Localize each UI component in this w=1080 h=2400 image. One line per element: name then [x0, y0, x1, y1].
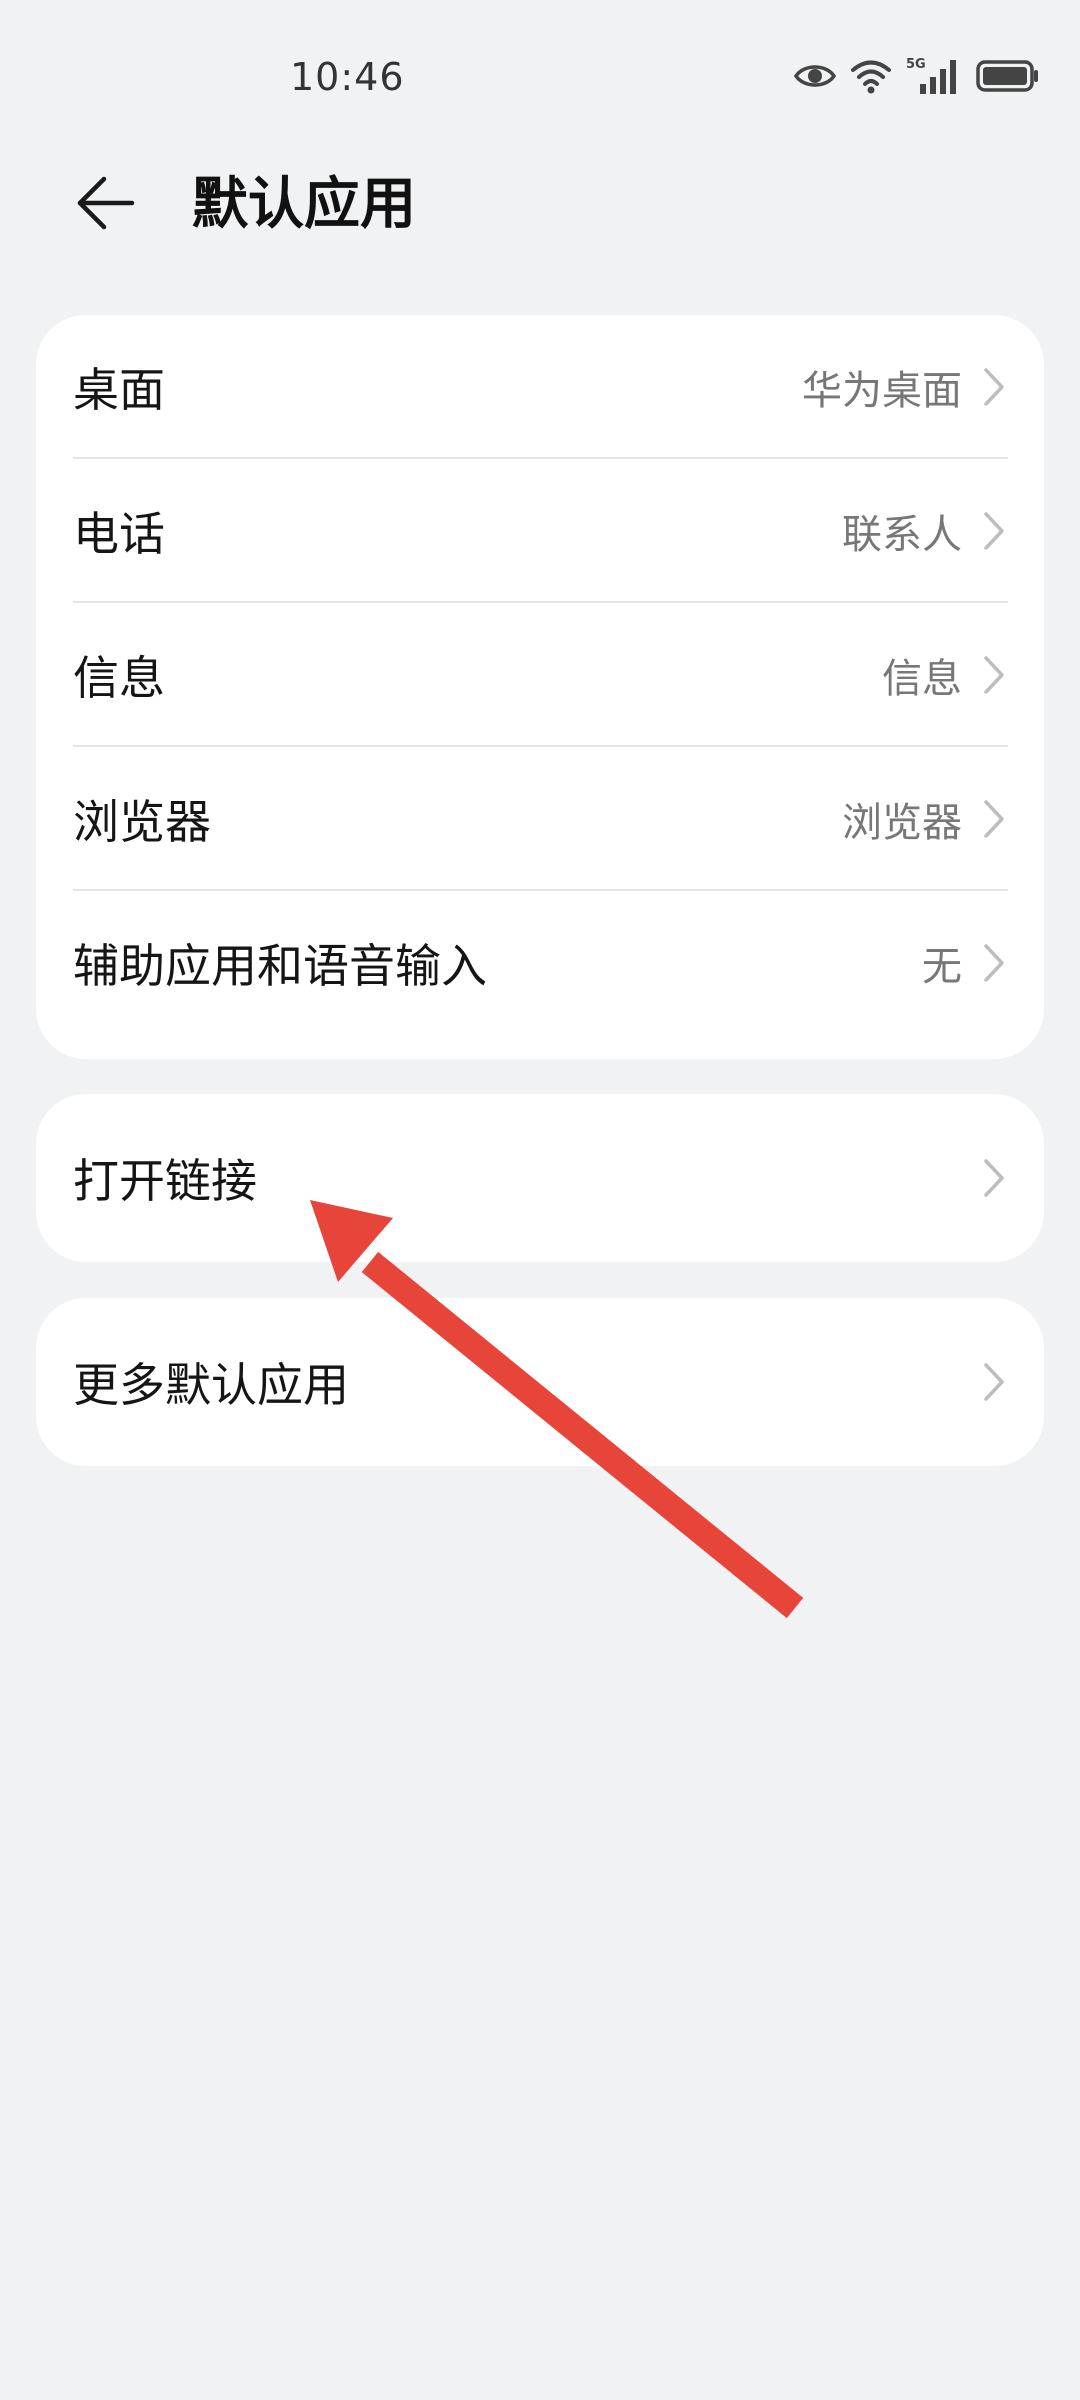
list-item-desktop[interactable]: 桌面 华为桌面 — [36, 315, 1044, 459]
chevron-right-icon — [980, 1358, 1008, 1406]
row-label: 信息 — [73, 651, 165, 705]
chevron-right-icon — [980, 1154, 1008, 1202]
list-item-browser[interactable]: 浏览器 浏览器 — [36, 747, 1044, 891]
list-item-phone[interactable]: 电话 联系人 — [36, 459, 1044, 603]
chevron-right-icon — [980, 507, 1008, 555]
more-default-apps-card: 更多默认应用 — [36, 1298, 1044, 1466]
row-label: 桌面 — [73, 363, 165, 417]
row-label: 更多默认应用 — [73, 1358, 349, 1412]
chevron-right-icon — [980, 363, 1008, 411]
list-item-open-links[interactable]: 打开链接 — [36, 1094, 1044, 1262]
status-time: 10:46 — [290, 55, 405, 99]
network-label: 5G — [906, 57, 926, 72]
row-value: 联系人 — [842, 512, 962, 558]
default-apps-card: 桌面 华为桌面 电话 联系人 信息 信息 浏览器 浏览器 辅助应用和语音输入 无 — [36, 315, 1044, 1059]
wifi-icon — [850, 58, 892, 98]
row-label: 辅助应用和语音输入 — [73, 939, 487, 993]
row-label: 打开链接 — [73, 1154, 257, 1208]
list-item-more-default-apps[interactable]: 更多默认应用 — [36, 1298, 1044, 1466]
open-links-card: 打开链接 — [36, 1094, 1044, 1262]
row-value: 信息 — [882, 656, 962, 702]
list-item-messages[interactable]: 信息 信息 — [36, 603, 1044, 747]
header: 默认应用 — [0, 150, 1080, 260]
row-value: 无 — [922, 944, 962, 990]
chevron-right-icon — [980, 939, 1008, 987]
eye-icon — [793, 61, 837, 95]
row-label: 电话 — [73, 507, 165, 561]
status-bar: 10:46 5G — [0, 0, 1080, 160]
page-title: 默认应用 — [192, 172, 416, 237]
back-arrow-icon — [74, 175, 136, 235]
5g-signal-icon: 5G — [906, 56, 962, 100]
chevron-right-icon — [980, 651, 1008, 699]
row-value: 华为桌面 — [802, 368, 962, 414]
battery-icon — [976, 59, 1040, 97]
back-button[interactable] — [70, 170, 140, 240]
list-item-assist-voice-input[interactable]: 辅助应用和语音输入 无 — [36, 891, 1044, 1035]
row-label: 浏览器 — [73, 795, 211, 849]
row-value: 浏览器 — [842, 800, 962, 846]
status-icons: 5G — [793, 56, 1040, 100]
chevron-right-icon — [980, 795, 1008, 843]
